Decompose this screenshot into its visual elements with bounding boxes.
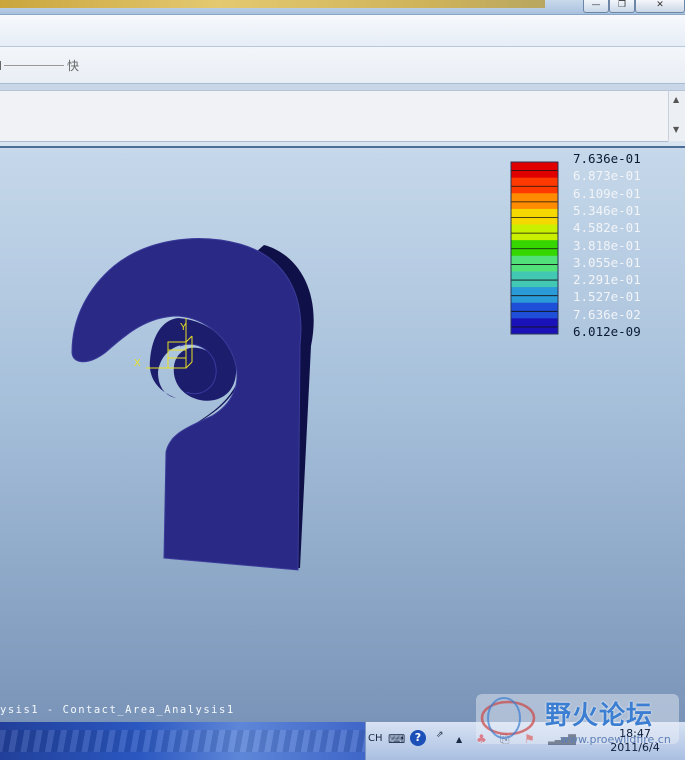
legend-value-label: 3.818e-01	[573, 237, 641, 253]
legend-value-label: 3.055e-01	[573, 254, 641, 270]
speed-fast-label: 快	[67, 59, 80, 73]
taskbar-pattern	[0, 730, 365, 752]
legend-value-label: 2.291e-01	[573, 272, 641, 288]
scroll-up-icon[interactable]: ▲	[673, 95, 679, 104]
input-language-indicator[interactable]: CH	[368, 733, 383, 744]
property-panel	[0, 90, 668, 142]
legend-value-label: 1.527e-01	[573, 289, 641, 305]
restore-bar-icon[interactable]: ⇗	[436, 730, 444, 740]
title-bar: — ❐ ✕	[0, 0, 685, 15]
menu-toolbar	[0, 15, 685, 47]
watermark-logo	[480, 697, 536, 739]
help-icon[interactable]: ?	[410, 730, 426, 746]
show-hidden-icons[interactable]: ▲	[456, 735, 462, 744]
legend-value-label: 6.109e-01	[573, 185, 641, 201]
taskbar-clock[interactable]: 18:47 2011/6/4	[605, 727, 665, 755]
clock-date: 2011/6/4	[610, 741, 660, 754]
animation-toolbar: 快	[0, 47, 685, 84]
minimize-button[interactable]: —	[583, 0, 609, 13]
legend-value-label: 6.012e-09	[573, 324, 641, 339]
legend-value-label: 5.346e-01	[573, 202, 641, 218]
title-bar-gradient	[0, 0, 545, 8]
restore-button[interactable]: ❐	[609, 0, 635, 13]
keyboard-icon[interactable]: ⌨	[388, 732, 405, 746]
speed-slider-handle[interactable]	[0, 61, 1, 70]
legend-value-label: 7.636e-01	[573, 151, 641, 166]
legend-value-label: 6.873e-01	[573, 168, 641, 184]
status-bar-text: ysis1 - Contact_Area_Analysis1	[0, 704, 235, 716]
scroll-down-icon[interactable]: ▼	[673, 125, 679, 134]
speed-slider[interactable]	[4, 65, 64, 66]
vertical-scrollbar[interactable]: ▲ ▼	[668, 90, 685, 141]
close-button[interactable]: ✕	[635, 0, 685, 13]
clock-time: 18:47	[619, 727, 651, 740]
legend-value-label: 7.636e-02	[573, 306, 641, 322]
legend-value-label: 4.582e-01	[573, 220, 641, 236]
